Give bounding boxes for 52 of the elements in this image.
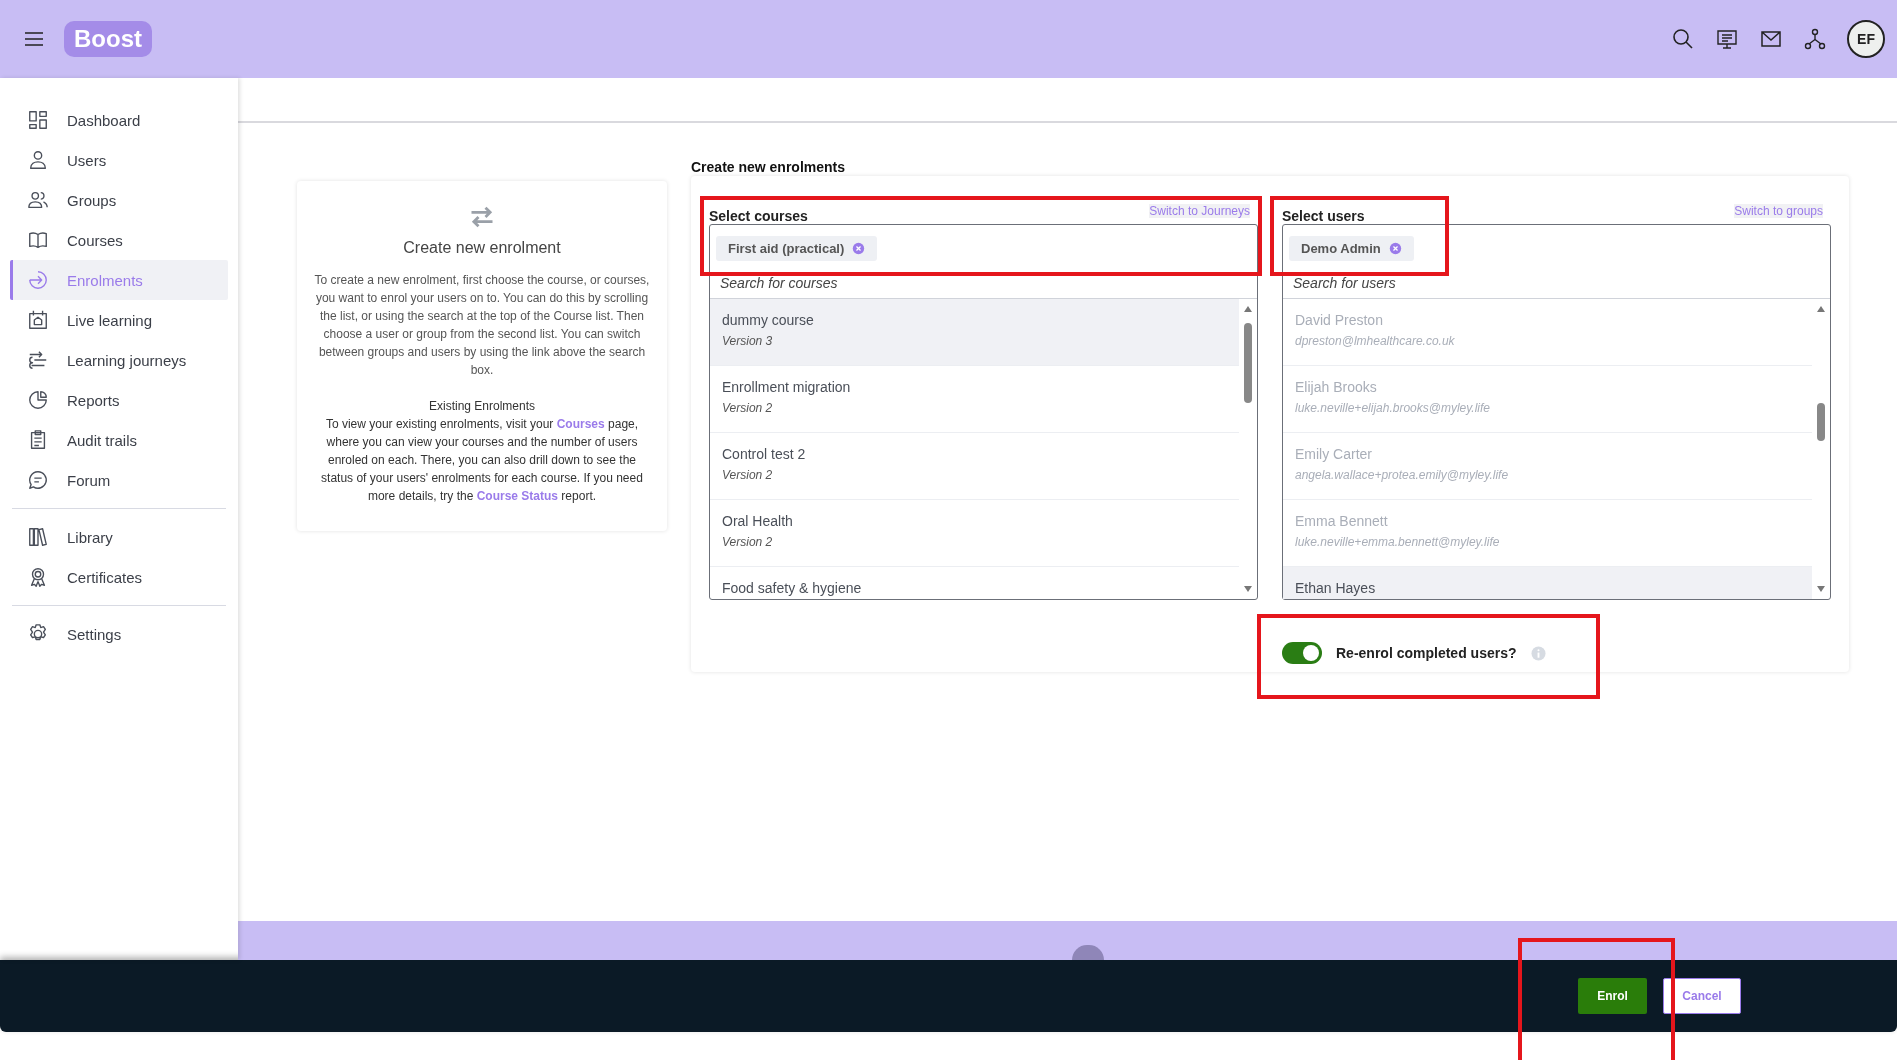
list-item[interactable]: dummy course Version 3	[710, 299, 1239, 366]
sidebar-item[interactable]: Live learning	[10, 300, 228, 340]
scroll-up-icon[interactable]	[1243, 305, 1253, 313]
scroll-down-icon[interactable]	[1243, 585, 1253, 593]
remove-icon[interactable]	[1388, 241, 1402, 255]
nav-icon	[27, 149, 49, 171]
nav-icon	[27, 389, 49, 411]
sidebar-item[interactable]: Certificates	[10, 557, 228, 597]
nav-icon	[27, 229, 49, 251]
search-icon[interactable]	[1671, 27, 1695, 51]
list-item[interactable]: Control test 2 Version 2	[710, 433, 1239, 500]
scroll-up-icon[interactable]	[1816, 305, 1826, 313]
network-icon[interactable]	[1803, 27, 1827, 51]
sidebar-item[interactable]: Users	[10, 140, 228, 180]
nav-icon	[27, 349, 49, 371]
remove-icon[interactable]	[852, 241, 866, 255]
nav-icon	[27, 309, 49, 331]
list-item[interactable]: Ethan Hayes	[1283, 567, 1812, 599]
nav-icon	[27, 469, 49, 491]
toggle-label: Re-enrol completed users?	[1336, 645, 1517, 661]
info-paragraph: To view your existing enrolments, visit your Courses page, where you can view your courses and the number of users enroled on each. There, you can also drill down to see the status of your users' enrolments for each course. If you need more details, try the Course Status report.	[320, 416, 644, 505]
sidebar-item[interactable]: Learning journeys	[10, 340, 228, 380]
user-avatar[interactable]: EF	[1847, 20, 1885, 58]
chip-label: Demo Admin	[1301, 240, 1381, 256]
field-label: Select users	[1282, 208, 1365, 224]
toggle-switch[interactable]	[1282, 642, 1322, 664]
chip-label: First aid (practical)	[728, 240, 845, 256]
scrollbar-thumb[interactable]	[1817, 403, 1825, 441]
info-title: Create new enrolment	[403, 239, 561, 257]
list-item[interactable]: Food safety & hygiene	[710, 567, 1239, 599]
sidebar-item[interactable]: Courses	[10, 220, 228, 260]
info-paragraph: To create a new enrolment, first choose the course, or courses, you want to enrol your users on to. You can do this by scrolling the list, or using the search at the top of the Course list. Then choose a user or group from the second list. You can switch between groups and users by using the link above the search box.	[313, 272, 651, 379]
list-item[interactable]: Enrollment migration Version 2	[710, 366, 1239, 433]
scroll-down-icon[interactable]	[1816, 585, 1826, 593]
nav-icon	[27, 526, 49, 548]
sidebar-item[interactable]: Settings	[10, 614, 228, 654]
nav-icon	[27, 189, 49, 211]
nav-icon	[27, 109, 49, 131]
sidebar-item[interactable]: Groups	[10, 180, 228, 220]
sidebar-item[interactable]: Reports	[10, 380, 228, 420]
field-label: Select courses	[709, 208, 808, 224]
action-button[interactable]: Enrol	[1578, 978, 1647, 1014]
info-heading: Existing Enrolments	[428, 398, 535, 415]
list-item[interactable]: Oral Health Version 2	[710, 500, 1239, 567]
sidebar-item[interactable]: Library	[10, 517, 228, 557]
scrollbar-thumb[interactable]	[1244, 323, 1252, 403]
nav-icon	[27, 269, 49, 291]
sidebar-item[interactable]: Audit trails	[10, 420, 228, 460]
sidebar-item[interactable]: Forum	[10, 460, 228, 500]
sidebar-item[interactable]: Dashboard	[10, 100, 228, 140]
monitor-icon[interactable]	[1715, 27, 1739, 51]
section-title: Create new enrolments	[691, 159, 847, 176]
